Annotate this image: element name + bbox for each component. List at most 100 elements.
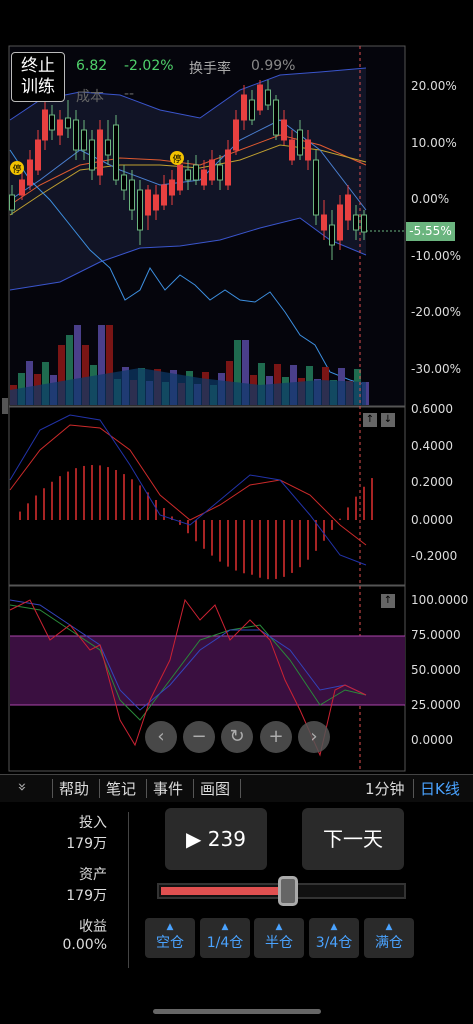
candle-body — [193, 164, 199, 181]
next-day-button[interactable]: 下一天 — [302, 808, 404, 870]
zoom-in-button[interactable]: + — [260, 721, 292, 753]
candle-body — [305, 139, 311, 161]
toolbar-divider — [52, 779, 53, 798]
candle-body — [105, 139, 111, 156]
chart-area[interactable]: 停停 — [0, 44, 473, 774]
position-label: 空仓 — [156, 935, 184, 951]
assets-value: 179万 — [66, 888, 107, 904]
cost-label: 成本 — [76, 89, 104, 105]
position-half-button[interactable]: ▲ 半仓 — [254, 918, 304, 958]
price-axis-label: 0.00% — [411, 192, 450, 206]
pan-right-button[interactable]: › — [298, 721, 330, 753]
speed-slider-fill — [161, 887, 289, 895]
panel-divider — [128, 812, 129, 968]
candle-body — [49, 114, 55, 131]
return-value: 0.00% — [62, 937, 107, 953]
position-empty-button[interactable]: ▲ 空仓 — [145, 918, 195, 958]
candle-body — [57, 119, 63, 136]
candle-body — [81, 129, 87, 151]
panel-up-button[interactable]: ↑ — [363, 413, 377, 427]
position-quarter-button[interactable]: ▲ 1/4仓 — [200, 918, 250, 958]
pan-left-button[interactable]: ‹ — [145, 721, 177, 753]
candle-body — [73, 119, 79, 151]
price-axis-label: -10.00% — [411, 249, 462, 263]
candle-body — [273, 99, 279, 136]
candle-body — [42, 109, 48, 141]
daily-period-tab[interactable]: 日K线 — [420, 778, 460, 799]
toolbar-divider — [193, 779, 194, 798]
halt-marker-label: 停 — [172, 153, 181, 165]
kdj-axis-label: 25.0000 — [411, 698, 461, 712]
home-indicator[interactable] — [153, 1009, 321, 1014]
candle-body — [321, 214, 327, 231]
toolbar-divider — [146, 779, 147, 798]
position-full-button[interactable]: ▲ 满仓 — [364, 918, 414, 958]
candle-body — [161, 184, 167, 206]
help-button[interactable]: 帮助 — [59, 778, 89, 799]
candle-body — [361, 214, 367, 233]
kdj-band — [10, 636, 405, 705]
position-three-quarter-button[interactable]: ▲ 3/4仓 — [309, 918, 359, 958]
reset-zoom-button[interactable]: ↻ — [221, 721, 253, 753]
speed-slider-thumb[interactable] — [278, 876, 299, 906]
kdj-axis-label: 100.0000 — [411, 593, 469, 607]
candle-body — [297, 129, 303, 156]
candle-body — [289, 139, 295, 161]
macd-axis-label: 0.0000 — [411, 513, 453, 527]
collapse-icon[interactable]: » — [14, 782, 32, 791]
kdj-panel-up-button[interactable]: ↑ — [381, 594, 395, 608]
candle-body — [353, 214, 359, 231]
position-label: 3/4仓 — [315, 935, 353, 951]
candle-body — [35, 139, 41, 171]
turnover-value: 0.99% — [251, 58, 296, 74]
candle-body — [233, 119, 239, 151]
candle-body — [345, 194, 351, 221]
candle-body — [265, 89, 271, 106]
candle-body — [113, 124, 119, 181]
events-button[interactable]: 事件 — [153, 778, 183, 799]
candle-body — [329, 224, 335, 246]
caret-up-icon: ▲ — [330, 922, 338, 932]
notes-button[interactable]: 笔记 — [106, 778, 136, 799]
left-edge-handle — [2, 398, 8, 414]
candle-body — [313, 159, 319, 216]
price-value: 6.82 — [76, 58, 108, 74]
candle-body — [209, 159, 215, 181]
kdj-axis-label: 0.0000 — [411, 733, 453, 747]
stop-label-line2: 训练 — [21, 77, 55, 97]
candle-body — [337, 204, 343, 241]
panel-down-button[interactable]: ↓ — [381, 413, 395, 427]
halt-marker-label: 停 — [12, 163, 21, 175]
candle-body — [249, 99, 255, 121]
position-label: 1/4仓 — [206, 935, 244, 951]
candle-body — [241, 94, 247, 121]
stop-training-button[interactable]: 终止 训练 — [11, 52, 65, 102]
candle-body — [19, 179, 25, 196]
candle-body — [257, 84, 263, 111]
candle-body — [9, 194, 15, 211]
chart-toolbar: » 帮助 笔记 事件 画图 1分钟 日K线 — [0, 774, 473, 803]
kdj-axis-label: 75.0000 — [411, 628, 461, 642]
candle-body — [89, 139, 95, 171]
return-label: 收益 — [79, 919, 107, 935]
macd-axis-label: 0.2000 — [411, 475, 453, 489]
candle-body — [281, 119, 287, 141]
price-axis-label: 20.00% — [411, 79, 457, 93]
play-button[interactable]: ▶ 239 — [165, 808, 267, 870]
kdj-axis-label: 50.0000 — [411, 663, 461, 677]
caret-up-icon: ▲ — [221, 922, 229, 932]
toolbar-divider — [99, 779, 100, 798]
position-label: 半仓 — [265, 935, 293, 951]
chart-canvas[interactable]: 停停 — [0, 44, 473, 774]
zoom-out-button[interactable]: − — [183, 721, 215, 753]
candle-body — [145, 189, 151, 216]
draw-button[interactable]: 画图 — [200, 778, 230, 799]
minute-period-tab[interactable]: 1分钟 — [365, 778, 405, 799]
candle-body — [137, 189, 143, 231]
price-axis-label: 10.00% — [411, 136, 457, 150]
macd-axis-label: 0.6000 — [411, 402, 453, 416]
candle-body — [169, 179, 175, 196]
candle-body — [217, 164, 223, 181]
candle-body — [201, 169, 207, 186]
toolbar-divider — [413, 779, 414, 798]
